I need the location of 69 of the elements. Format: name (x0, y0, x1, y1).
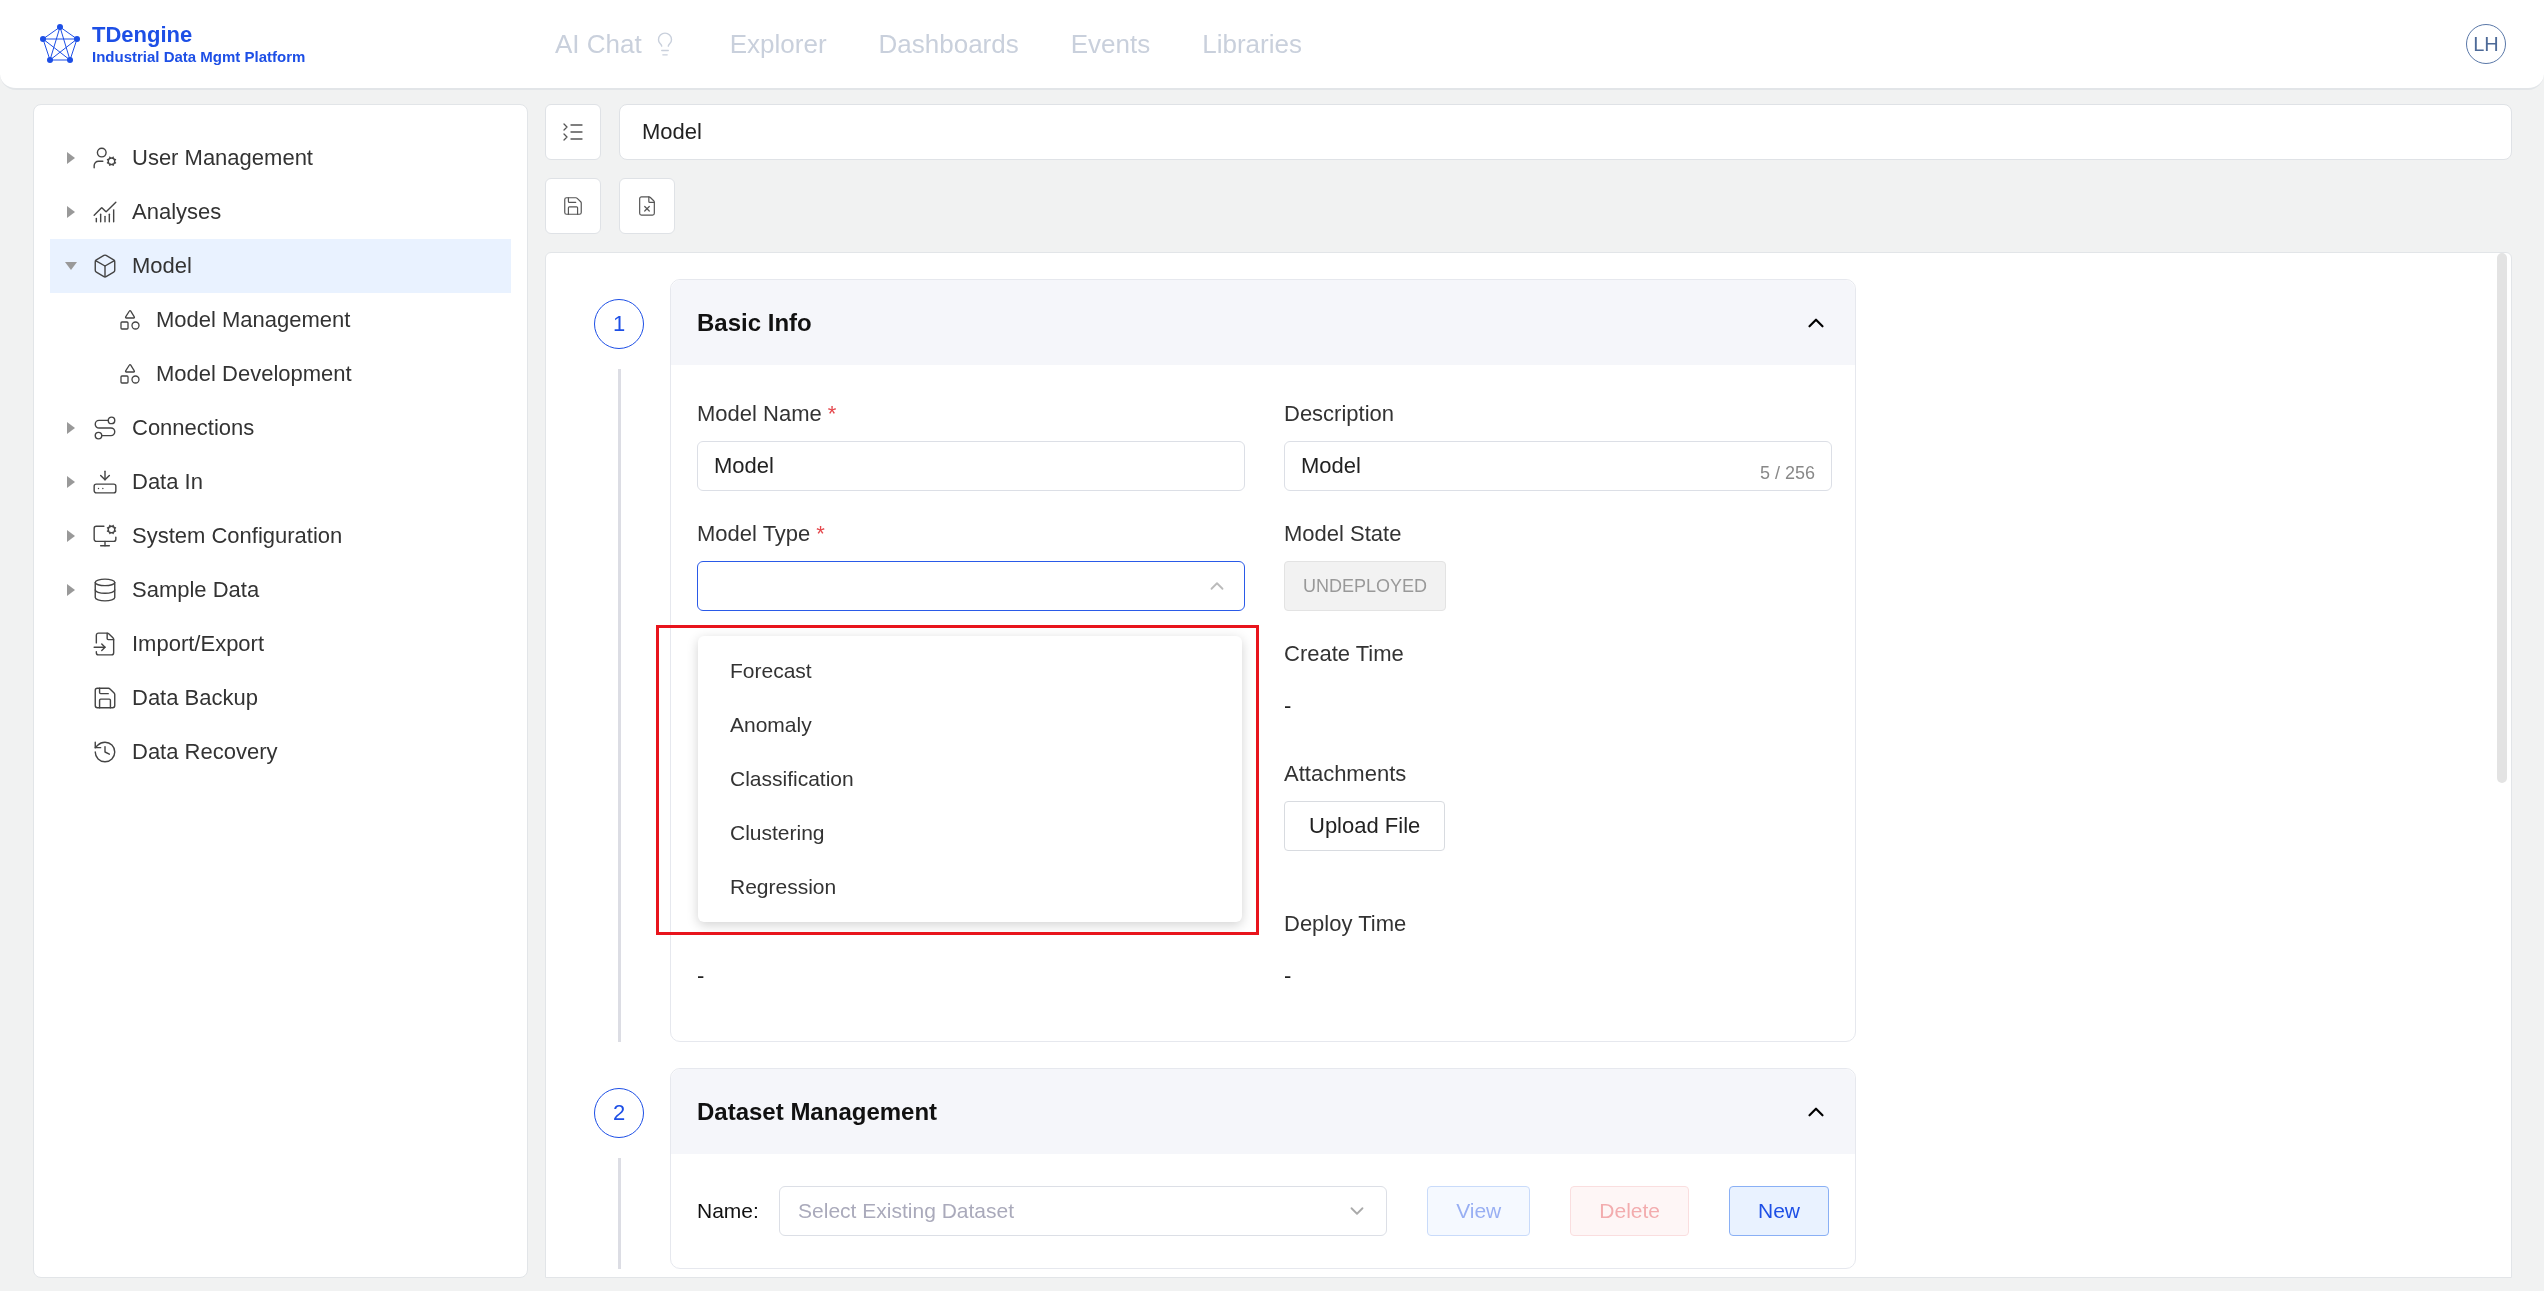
database-icon (92, 577, 118, 603)
caret-down-icon (65, 262, 77, 270)
field-label: Model Name * (697, 401, 838, 428)
field-label: Create Time (1284, 641, 1405, 668)
caret-right-icon (67, 584, 75, 596)
route-icon (92, 415, 118, 441)
monitor-gear-icon (92, 523, 118, 549)
sidebar-item[interactable]: Model (50, 239, 511, 293)
field-value: - (697, 962, 706, 990)
discard-button[interactable] (619, 178, 675, 234)
file-x-icon (636, 195, 658, 217)
field-label: Description (1284, 401, 1396, 428)
save-icon (562, 195, 584, 217)
title-field[interactable]: Model (619, 104, 2512, 160)
collapse-menu-button[interactable] (545, 104, 601, 160)
dropdown-option[interactable]: Clustering (698, 806, 1242, 860)
upload-file-button[interactable]: Upload File (1284, 801, 1446, 851)
field-label: Name: (697, 1199, 760, 1223)
caret-right-icon (67, 530, 75, 542)
sidebar-item[interactable]: Sample Data (50, 563, 511, 617)
cube-icon (92, 253, 118, 279)
sidebar-item[interactable]: Data Recovery (50, 725, 511, 779)
caret-right-icon (67, 476, 75, 488)
sidebar-item[interactable]: Analyses (50, 185, 511, 239)
logo-tagline: Industrial Data Mgmt Platform (92, 47, 306, 65)
shapes-icon (118, 362, 142, 386)
model-name-field[interactable]: Model (697, 441, 1245, 491)
history-icon (92, 739, 118, 765)
dropdown-option[interactable]: Anomaly (698, 698, 1242, 752)
field-value: - (1284, 962, 1293, 990)
dropdown-option[interactable]: Forecast (698, 644, 1242, 698)
step-number: 1 (594, 299, 644, 349)
section-title: Dataset Management (697, 1097, 938, 1126)
model-type-select[interactable] (697, 561, 1245, 611)
shapes-icon (118, 308, 142, 332)
state-tag: UNDEPLOYED (1284, 561, 1447, 611)
drive-download-icon (92, 469, 118, 495)
save-icon (92, 685, 118, 711)
field-label: Model Type * (697, 521, 826, 548)
sidebar-item[interactable]: Import/Export (50, 617, 511, 671)
description-field[interactable]: Model 5 / 256 (1284, 441, 1832, 491)
field-value: - (1284, 692, 1293, 720)
section-title: Basic Info (697, 308, 812, 337)
sidebar-item[interactable]: Connections (50, 401, 511, 455)
field-label: Attachments (1284, 761, 1408, 788)
sidebar-item[interactable]: Data In (50, 455, 511, 509)
network-logo-icon (40, 24, 80, 64)
sidebar-item[interactable]: User Management (50, 131, 511, 185)
sidebar-item[interactable]: Data Backup (50, 671, 511, 725)
chart-icon (92, 199, 118, 225)
field-label: Deploy Time (1284, 911, 1408, 938)
required-mark: * (827, 401, 837, 426)
dropdown-option[interactable]: Regression (698, 860, 1242, 914)
save-button[interactable] (545, 178, 601, 234)
step-number: 2 (594, 1088, 644, 1138)
sidebar-subitem[interactable]: Model Management (50, 293, 511, 347)
caret-right-icon (67, 152, 75, 164)
required-mark: * (816, 521, 825, 546)
scrollbar[interactable] (2497, 253, 2507, 783)
dataset-button[interactable]: New (1729, 1186, 1829, 1236)
caret-right-icon (67, 422, 75, 434)
logo-name: TDengine (92, 23, 194, 48)
field-label: Model State (1284, 521, 1403, 548)
user-gear-icon (92, 145, 118, 171)
sidebar-item[interactable]: System Configuration (50, 509, 511, 563)
sidebar-subitem[interactable]: Model Development (50, 347, 511, 401)
dropdown-option[interactable]: Classification (698, 752, 1242, 806)
caret-right-icon (67, 206, 75, 218)
character-counter: 5 / 256 (1759, 463, 1815, 484)
